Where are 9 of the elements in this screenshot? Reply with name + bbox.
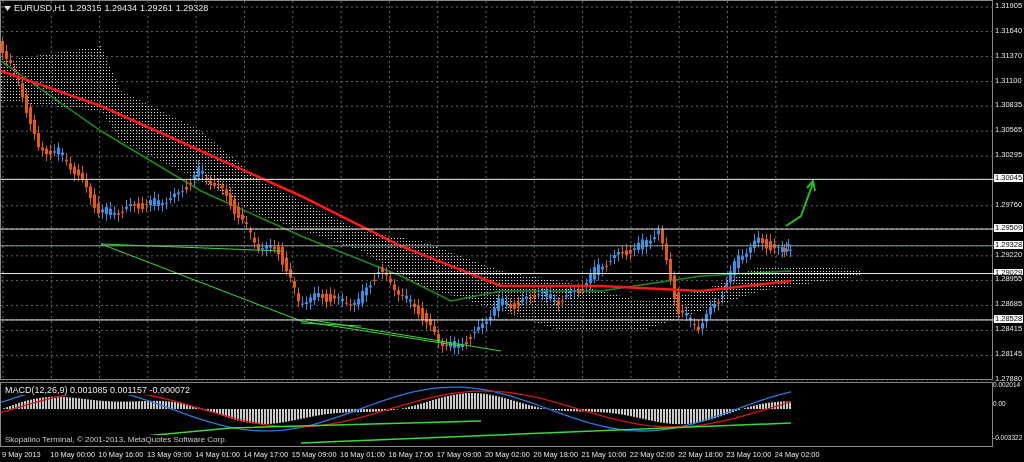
ohlc-value: 1.29328 <box>175 3 209 13</box>
chart-symbol: EURUSD,H1 <box>14 3 66 13</box>
copyright-text: Skopalino Terminal, © 2001-2013, MetaQuotes Software Corp. <box>5 435 227 444</box>
ohlc-value: 1.29261 <box>140 3 173 13</box>
ohlc-value: 1.29315 <box>69 3 102 13</box>
indicator-label: MACD(12,26,9) 0.001085 0.001157 -0.000072 <box>5 385 190 395</box>
dropdown-arrow-icon[interactable] <box>4 5 11 11</box>
ohlc-value: 1.29434 <box>104 3 138 13</box>
arrow-icon <box>785 178 816 227</box>
